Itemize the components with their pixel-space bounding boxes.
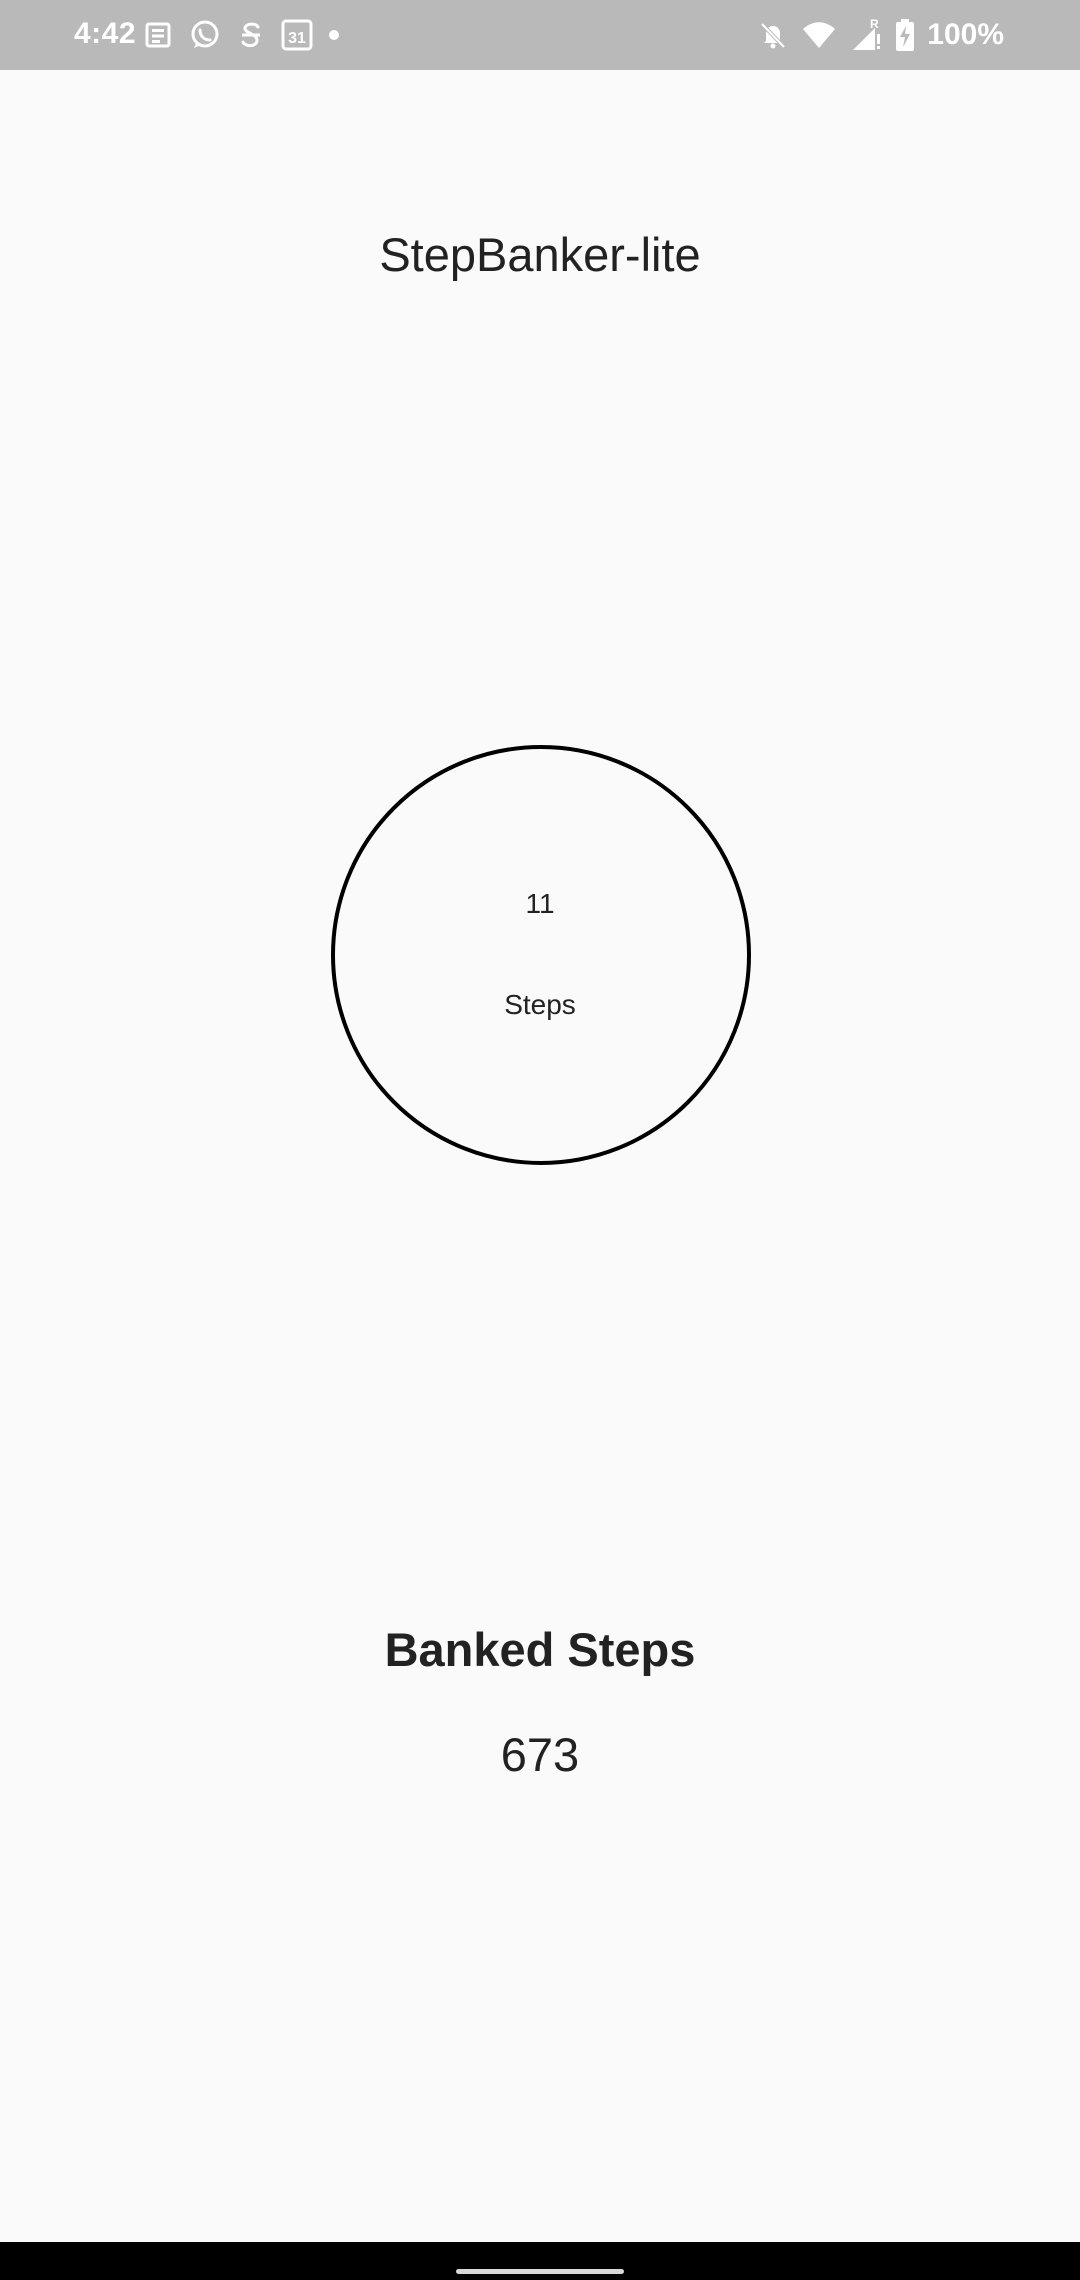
wifi-icon	[801, 20, 837, 50]
dot-icon	[328, 29, 340, 41]
home-gesture-handle[interactable]	[456, 2269, 624, 2274]
calendar-icon: 31	[280, 18, 314, 52]
roaming-indicator: R	[870, 18, 879, 31]
battery-percent: 100%	[927, 18, 1004, 51]
battery-charging-icon	[895, 18, 915, 52]
s-app-icon	[236, 19, 266, 51]
notification-icons: 31	[142, 17, 340, 53]
banked-steps-value: 673	[500, 1728, 580, 1781]
status-time: 4:42	[74, 17, 137, 50]
status-bar: 4:42 31 R 100%	[0, 0, 1080, 70]
system-icons: R 100%	[757, 17, 1004, 53]
calendar-day: 31	[288, 30, 306, 47]
signal-icon: R	[849, 18, 883, 52]
step-counter-ring	[331, 745, 751, 1165]
banked-steps-title: Banked Steps	[384, 1623, 696, 1676]
news-icon	[142, 19, 174, 51]
navigation-bar	[0, 2242, 1080, 2280]
whatsapp-icon	[188, 18, 222, 52]
step-label: Steps	[504, 989, 576, 1020]
bell-off-icon	[757, 19, 789, 51]
step-count: 11	[525, 888, 555, 919]
app-title: StepBanker-lite	[379, 228, 701, 281]
